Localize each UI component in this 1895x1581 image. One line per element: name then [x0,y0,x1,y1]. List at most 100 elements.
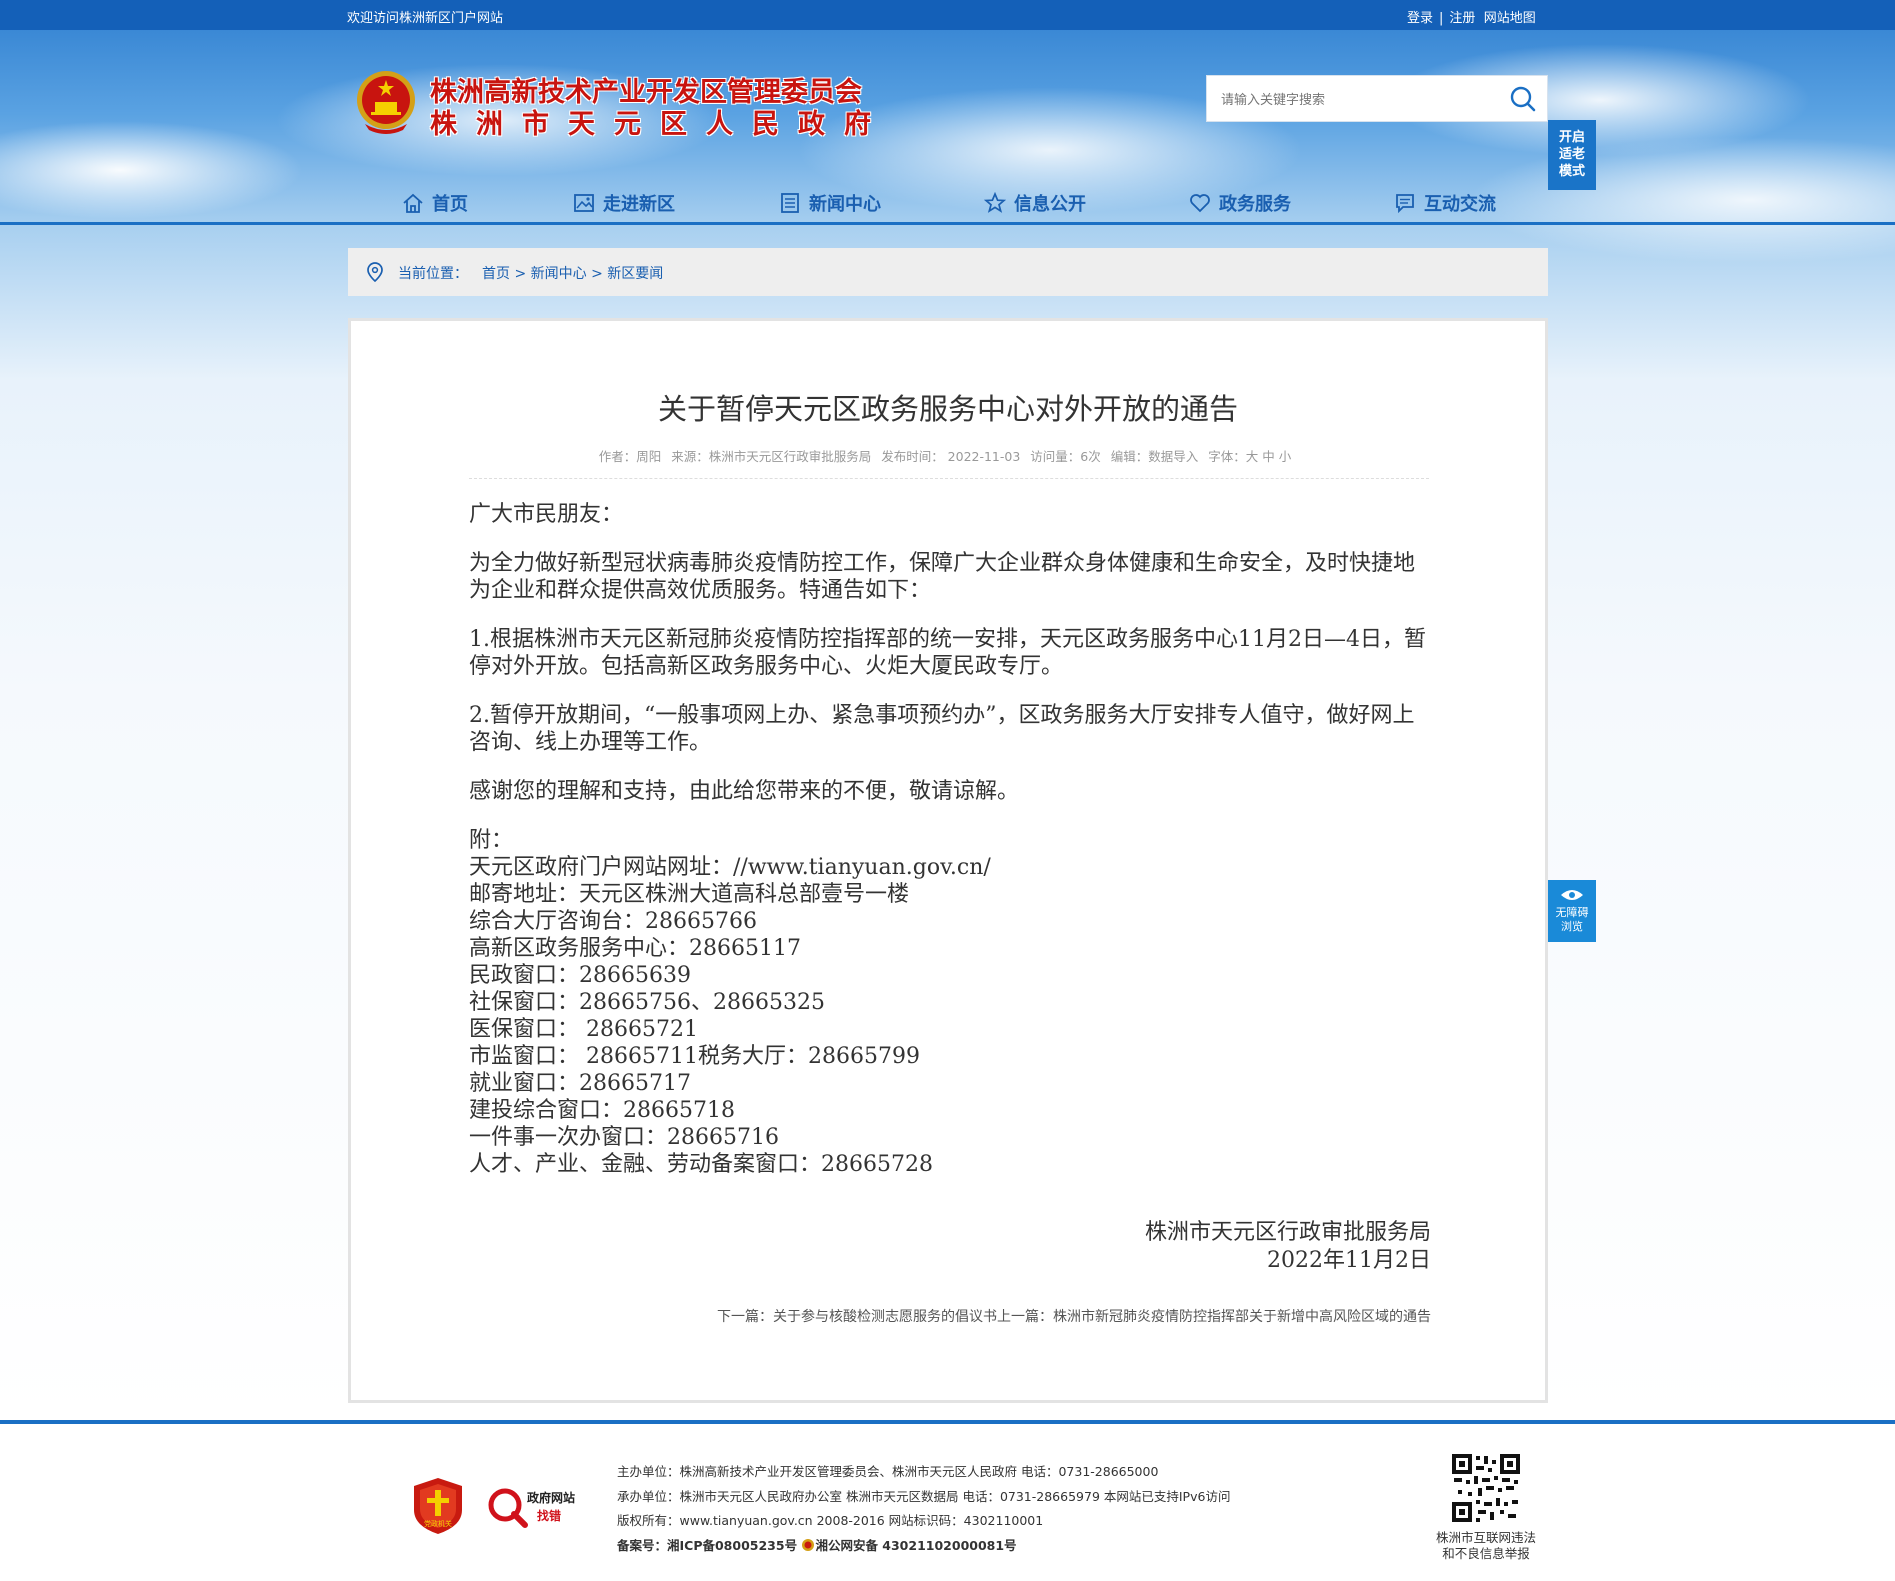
nav-label-home: 首页 [432,194,468,215]
breadcrumb-separator: > [586,266,608,282]
font-size-medium[interactable]: 中 [1262,449,1275,464]
article-body: 广大市民朋友： 为全力做好新型冠状病毒肺炎疫情防控工作，保障广大企业群众身体健康… [469,501,1429,1178]
police-badge-icon [802,1538,815,1551]
nav-label-news: 新闻中心 [809,194,881,215]
nav-label-about: 走进新区 [603,194,675,215]
attachment-line: 高新区政务服务中心：28665117 [469,936,801,961]
nav-item-services[interactable]: 政务服务 [1189,188,1291,218]
sitemap-link[interactable]: 网站地图 [1484,11,1536,26]
newspaper-icon [781,193,799,213]
account-links: 登录 | 注册 网站地图 [1407,7,1536,26]
prev-article-link[interactable]: 株洲市新冠肺炎疫情防控指挥部关于新增中高风险区域的通告 [1053,1309,1431,1325]
attachment-line: 市监窗口： 28665711税务大厅：28665799 [469,1044,920,1069]
font-size-large[interactable]: 大 [1246,449,1259,464]
elder-mode-label-2: 适老 [1558,147,1585,162]
meta-source: 来源：株洲市天元区行政审批服务局 [671,449,872,464]
site-title-line2: 株洲市天元区人民政府 [430,109,890,140]
attachment-line: 人才、产业、金融、劳动备案窗口：28665728 [469,1152,933,1177]
footer-icp[interactable]: 备案号：湘ICP备08005235号 [617,1538,797,1553]
nav-item-about[interactable]: 走进新区 [573,188,675,218]
attachment-line: 天元区政府门户网站网址：//www.tianyuan.gov.cn/ [469,855,991,880]
attachment-line: 民政窗口：28665639 [469,963,691,988]
attachment-line: 附： [469,828,514,853]
breadcrumb-home[interactable]: 首页 [482,266,510,282]
heart-icon [1190,194,1210,213]
national-emblem-icon [357,71,415,134]
accessibility-label-1: 无障碍 [1555,906,1589,919]
attachment-line: 一件事一次办窗口：28665716 [469,1125,779,1150]
meta-author: 作者：周阳 [598,449,662,464]
meta-font-label: 字体： [1208,449,1246,464]
nav-item-info[interactable]: 信息公开 [984,188,1086,218]
next-article-link[interactable]: 关于参与核酸检测志愿服务的倡议书 [773,1309,997,1325]
attachment-line: 就业窗口：28665717 [469,1071,691,1096]
article-panel: 关于暂停天元区政务服务中心对外开放的通告 作者：周阳 来源：株洲市天元区行政审批… [348,318,1548,1403]
register-link[interactable]: 注册 [1449,11,1475,26]
article-signature: 株洲市天元区行政审批服务局 2022年11月2日 [1145,1219,1431,1275]
meta-views: 访问量：6次 [1030,449,1101,464]
badge1-text: 党政机关 [424,1519,452,1528]
accessibility-button[interactable]: 无障碍 浏览 [1548,880,1596,942]
attachment-line: 建投综合窗口：28665718 [469,1098,735,1123]
accessibility-label-2: 浏览 [1561,920,1583,933]
footer-record: 备案号：湘ICP备08005235号 湘公网安备 43021102000081号 [617,1534,1230,1559]
party-government-badge-icon[interactable]: 党政机关 [412,1476,464,1536]
font-size-small[interactable]: 小 [1279,449,1292,464]
footer-police[interactable]: 湘公网安备 43021102000081号 [815,1538,1016,1553]
signature-org: 株洲市天元区行政审批服务局 [1144,1220,1431,1245]
breadcrumb-separator: > [510,266,531,282]
meta-date: 发布时间： 2022-11-03 [881,449,1021,464]
article-title: 关于暂停天元区政务服务中心对外开放的通告 [657,392,1238,426]
article-navigation: 下一篇：关于参与核酸检测志愿服务的倡议书上一篇：株洲市新冠肺炎疫情防控指挥部关于… [717,1306,1431,1326]
star-icon [984,192,1006,213]
chat-icon [1396,194,1414,214]
location-pin-icon [367,262,383,282]
article-paragraph: 为全力做好新型冠状病毒肺炎疫情防控工作，保障广大企业群众身体健康和生命安全，及时… [469,551,1416,603]
top-bar: 欢迎访问株洲新区门户网站 登录 | 注册 网站地图 [0,0,1895,30]
link-separator: | [1439,11,1444,26]
footer-host: 主办单位：株洲高新技术产业开发区管理委员会、株洲市天元区人民政府 电话：0731… [617,1464,1159,1479]
attachment-list: 附： 天元区政府门户网站网址：//www.tianyuan.gov.cn/ 邮寄… [469,827,1429,1178]
nav-item-interaction[interactable]: 互动交流 [1394,188,1496,218]
nav-label-info: 信息公开 [1014,194,1086,215]
search-icon[interactable] [1509,85,1537,113]
nav-label-services: 政务服务 [1219,194,1291,215]
breadcrumb-news[interactable]: 新闻中心 [531,266,587,282]
elder-mode-label-3: 模式 [1558,164,1585,179]
login-link[interactable]: 登录 [1407,11,1433,26]
prev-label: 上一篇： [997,1309,1053,1325]
welcome-text: 欢迎访问株洲新区门户网站 [347,11,504,26]
search-input[interactable] [1221,88,1491,110]
home-icon [403,193,423,213]
breadcrumb: 当前位置： 首页 > 新闻中心 > 新区要闻 [348,248,1548,296]
site-error-report-badge[interactable]: 政府网站 找错 [487,1482,587,1528]
nav-label-interaction: 互动交流 [1424,194,1496,215]
main-nav: 首页 走进新区 新闻中心 信息公开 政务服务 互动交流 [0,180,1895,225]
qr-caption-line2: 和不良信息举报 [1442,1546,1530,1561]
meta-divider [469,478,1429,479]
eye-icon [1561,890,1583,900]
qr-caption-line1: 株洲市互联网违法 [1435,1530,1536,1545]
article-greeting: 广大市民朋友： [469,502,624,527]
breadcrumb-current[interactable]: 新区要闻 [607,266,663,282]
picture-icon [574,194,594,212]
attachment-line: 社保窗口：28665756、28665325 [469,990,825,1015]
article-paragraph: 1.根据株洲市天元区新冠肺炎疫情防控指挥部的统一安排，天元区政务服务中心11月2… [469,627,1426,679]
qr-code-icon [1450,1452,1522,1524]
attachment-line: 邮寄地址：天元区株洲大道高科总部壹号一楼 [469,882,910,907]
article-paragraph: 感谢您的理解和支持，由此给您带来的不便，敬请谅解。 [469,779,1020,804]
meta-editor: 编辑：数据导入 [1110,449,1199,464]
footer-copyright: 版权所有：www.tianyuan.gov.cn 2008-2016 网站标识码… [617,1513,1044,1528]
search-box [1206,75,1548,122]
article-meta: 作者：周阳 来源：株洲市天元区行政审批服务局 发布时间： 2022-11-03 … [351,446,1545,465]
badge2-text-1: 政府网站 [527,1490,575,1505]
footer: 党政机关 政府网站 找错 主办单位：株洲高新技术产业开发区管理委员会、株洲市天元… [0,1420,1895,1581]
badge2-text-2: 找错 [537,1508,561,1523]
nav-item-home[interactable]: 首页 [402,188,468,218]
nav-item-news[interactable]: 新闻中心 [779,188,881,218]
article-paragraph: 2.暂停开放期间，“一般事项网上办、紧急事项预约办”，区政务服务大厅安排专人值守… [469,703,1415,755]
elder-mode-label-1: 开启 [1558,130,1585,145]
attachment-line: 医保窗口： 28665721 [469,1017,698,1042]
attachment-line: 综合大厅咨询台：28665766 [469,909,757,934]
signature-date: 2022年11月2日 [1267,1248,1431,1273]
